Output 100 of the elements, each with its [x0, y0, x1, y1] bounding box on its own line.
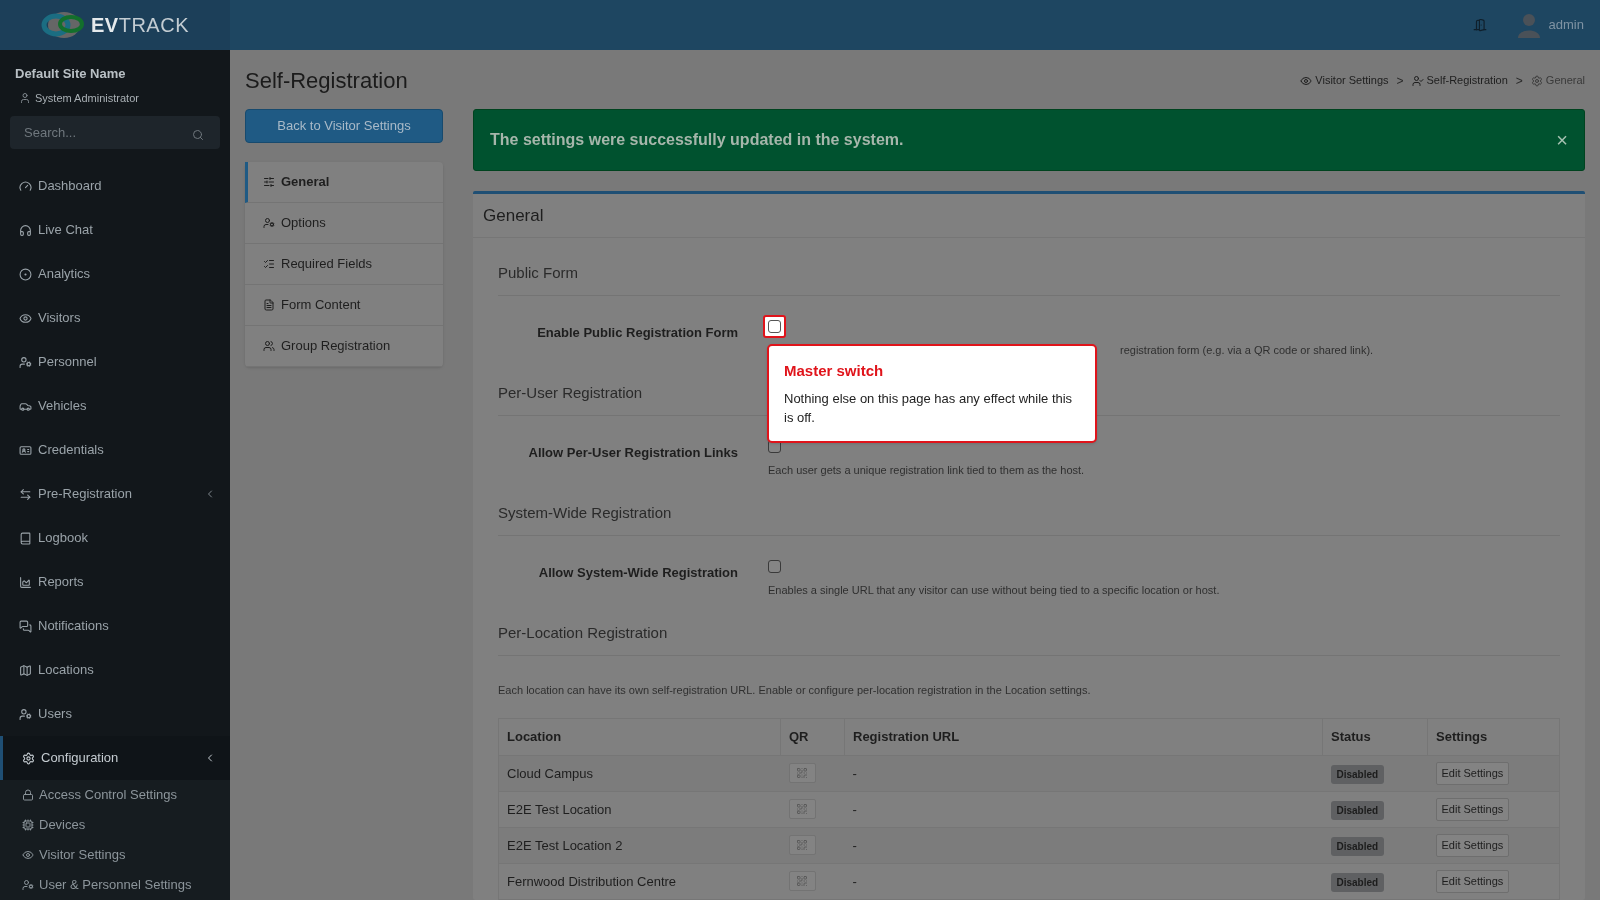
user-menu[interactable]: admin — [1516, 12, 1584, 38]
user-cog-icon — [19, 355, 32, 369]
nav-item[interactable]: Vehicles — [0, 384, 230, 428]
nav-item[interactable]: Credentials — [0, 428, 230, 472]
logo-icon — [41, 10, 87, 40]
chart-icon — [19, 575, 32, 589]
id-card-icon — [19, 443, 32, 457]
help-text: Each user gets a unique registration link tied to them as the host. — [768, 462, 1085, 478]
status-badge: Disabled — [1330, 836, 1385, 856]
table-cell: - — [844, 827, 1323, 864]
document-icon — [263, 299, 275, 311]
breadcrumb-link[interactable]: Visitor Settings — [1300, 72, 1389, 89]
nav-item[interactable]: Visitors — [0, 296, 230, 340]
table-cell: E2E Test Location 2 — [498, 827, 781, 864]
submenu-item[interactable]: Devices — [0, 810, 230, 840]
gear-icon — [1530, 74, 1543, 87]
table-cell: E2E Test Location — [498, 791, 781, 828]
breadcrumb-separator: > — [1396, 72, 1404, 90]
edit-settings-button[interactable]: Edit Settings — [1435, 762, 1510, 785]
site-name: Default Site Name — [15, 65, 127, 83]
edit-settings-button[interactable]: Edit Settings — [1435, 798, 1510, 821]
gauge-icon — [19, 179, 32, 193]
page-title: Self-Registration — [245, 67, 408, 95]
status-badge: Disabled — [1330, 872, 1385, 892]
door-icon[interactable] — [1472, 18, 1487, 32]
nav-item[interactable]: Pre-Registration — [0, 472, 230, 516]
side-tab[interactable]: Required Fields — [245, 244, 443, 285]
status-badge: Disabled — [1330, 800, 1385, 820]
back-button[interactable]: Back to Visitor Settings — [245, 109, 443, 143]
arrows-icon — [19, 487, 32, 501]
field-label: Allow Per-User Registration Links — [527, 443, 738, 462]
qr-icon — [796, 766, 808, 779]
nav-item[interactable]: Analytics — [0, 252, 230, 296]
table-cell: - — [844, 791, 1323, 828]
nav-item[interactable]: Personnel — [0, 340, 230, 384]
help-text: registration form (e.g. via a QR code or shared link). — [1119, 342, 1374, 358]
breadcrumb-separator: > — [1515, 72, 1523, 90]
target-icon — [19, 267, 32, 281]
nav-item[interactable]: Live Chat — [0, 208, 230, 252]
map-icon — [19, 663, 32, 677]
user-cog-icon — [263, 217, 275, 229]
user-icon — [19, 91, 31, 104]
avatar-icon — [1516, 12, 1541, 38]
edit-settings-button[interactable]: Edit Settings — [1435, 834, 1510, 857]
nav-item[interactable]: Dashboard — [0, 164, 230, 208]
submenu-item[interactable]: Access Control Settings — [0, 780, 230, 810]
help-text: Enables a single URL that any visitor can use without being tied to a specific location or host. — [768, 582, 1220, 598]
eye-icon — [22, 849, 34, 861]
qr-button[interactable] — [788, 834, 816, 855]
checklist-icon — [263, 258, 275, 270]
edit-settings-button[interactable]: Edit Settings — [1435, 870, 1510, 893]
checkbox[interactable] — [768, 560, 781, 573]
field-label: Enable Public Registration Form — [536, 323, 738, 342]
qr-button[interactable] — [788, 798, 816, 819]
section-heading: Public Form — [498, 262, 1560, 296]
section-heading: Per-Location Registration — [498, 622, 1560, 656]
book-icon — [19, 531, 32, 545]
sliders-icon — [263, 176, 275, 188]
close-button[interactable]: × — [1556, 130, 1568, 150]
nav-item[interactable]: Reports — [0, 560, 230, 604]
group-icon — [263, 340, 275, 352]
checkbox[interactable] — [768, 320, 781, 333]
alert-message: The settings were successfully updated in the system. — [490, 130, 904, 150]
side-tab[interactable]: Options — [245, 203, 443, 244]
status-badge: Disabled — [1330, 764, 1385, 784]
nav-item[interactable]: Users — [0, 692, 230, 736]
popover-title: Master switch — [784, 361, 885, 381]
table-cell: - — [844, 863, 1323, 900]
breadcrumb-link[interactable]: Self-Registration — [1411, 72, 1508, 89]
qr-icon — [796, 874, 808, 887]
qr-icon — [796, 838, 808, 851]
qr-button[interactable] — [788, 762, 816, 783]
submenu-item[interactable]: Visitor Settings — [0, 840, 230, 870]
table-cell: Fernwood Distribution Centre — [498, 863, 781, 900]
field-label: Allow System-Wide Registration — [537, 563, 738, 582]
search-field[interactable]: Search... — [10, 116, 220, 149]
user-cog-icon — [19, 707, 32, 721]
lock-icon — [22, 789, 34, 801]
user-check-icon — [1411, 74, 1424, 87]
side-tab[interactable]: Group Registration — [245, 326, 443, 367]
chip-icon — [22, 819, 34, 831]
table-cell: Cloud Campus — [498, 755, 781, 792]
nav-item[interactable]: Notifications — [0, 604, 230, 648]
submenu-item[interactable]: User & Personnel Settings — [0, 870, 230, 900]
nav-item[interactable]: Locations — [0, 648, 230, 692]
side-tab[interactable]: Form Content — [245, 285, 443, 326]
section-heading: System-Wide Registration — [498, 502, 1560, 536]
gear-icon — [22, 751, 35, 765]
qr-icon — [796, 802, 808, 815]
qr-button[interactable] — [788, 870, 816, 891]
eye-icon — [1300, 74, 1313, 87]
search-icon — [192, 129, 204, 141]
logo-text: EVTRACK — [91, 13, 189, 38]
user-cog-icon — [22, 879, 34, 891]
eye-icon — [19, 311, 32, 325]
table-cell: - — [844, 755, 1323, 792]
nav-item[interactable]: Logbook — [0, 516, 230, 560]
side-tab[interactable]: General — [245, 162, 443, 203]
panel-title: General — [473, 194, 1585, 238]
headset-icon — [19, 223, 32, 237]
